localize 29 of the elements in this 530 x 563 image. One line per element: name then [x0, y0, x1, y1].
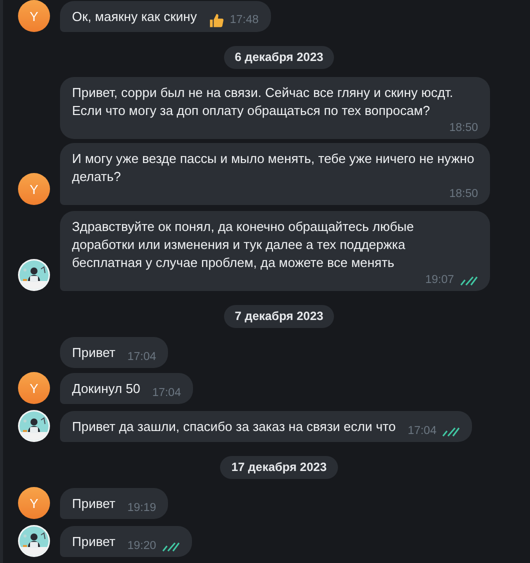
message-text: Привет [72, 533, 116, 551]
message-text: Привет [72, 495, 116, 513]
message-text: Ок, маякну как скину [72, 8, 197, 26]
message-time: 17:04 [127, 351, 156, 364]
message-time: 19:20 [127, 540, 156, 553]
message-text: Привет [72, 344, 116, 362]
message-text: Привет да зашли, спасибо за заказ на связи если что [72, 418, 396, 436]
message-time: 19:19 [127, 502, 156, 515]
avatar[interactable]: Y [18, 487, 50, 519]
message-text: Здравствуйте ок понял, да конечно обращайтесь любые доработки или изменения и тук далее а тех поддержка бесплатная у случае проблем, да можете все менять [72, 218, 415, 272]
date-label: 17 декабря 2023 [220, 456, 338, 479]
message-time: 19:07 [425, 274, 454, 287]
double-check-icon [460, 276, 478, 286]
thumbs-up-icon [208, 13, 224, 28]
avatar[interactable]: Y [18, 372, 50, 404]
avatar[interactable]: Y [18, 0, 50, 32]
double-check-icon [442, 426, 460, 436]
message-time: 18:50 [449, 122, 478, 135]
message-time: 17:04 [152, 387, 181, 400]
message-text: Докинул 50 [72, 380, 140, 398]
message-time: 17:04 [408, 425, 436, 438]
message-time: 18:50 [449, 188, 478, 201]
date-label: 6 декабря 2023 [224, 46, 334, 69]
message-text: Привет, сорри был не на связи. Сейчас все гляну и скину юсдт. Если что могу за доп оплату обращаться по тех вопросам? [72, 84, 454, 120]
message-time: 17:48 [230, 14, 259, 27]
avatar[interactable]: Y [18, 173, 50, 205]
message-text: И могу уже везде пассы и мыло менять, тебе уже ничего не нужно делать? [72, 150, 476, 186]
date-label: 7 декабря 2023 [224, 305, 334, 328]
double-check-icon [162, 542, 180, 552]
